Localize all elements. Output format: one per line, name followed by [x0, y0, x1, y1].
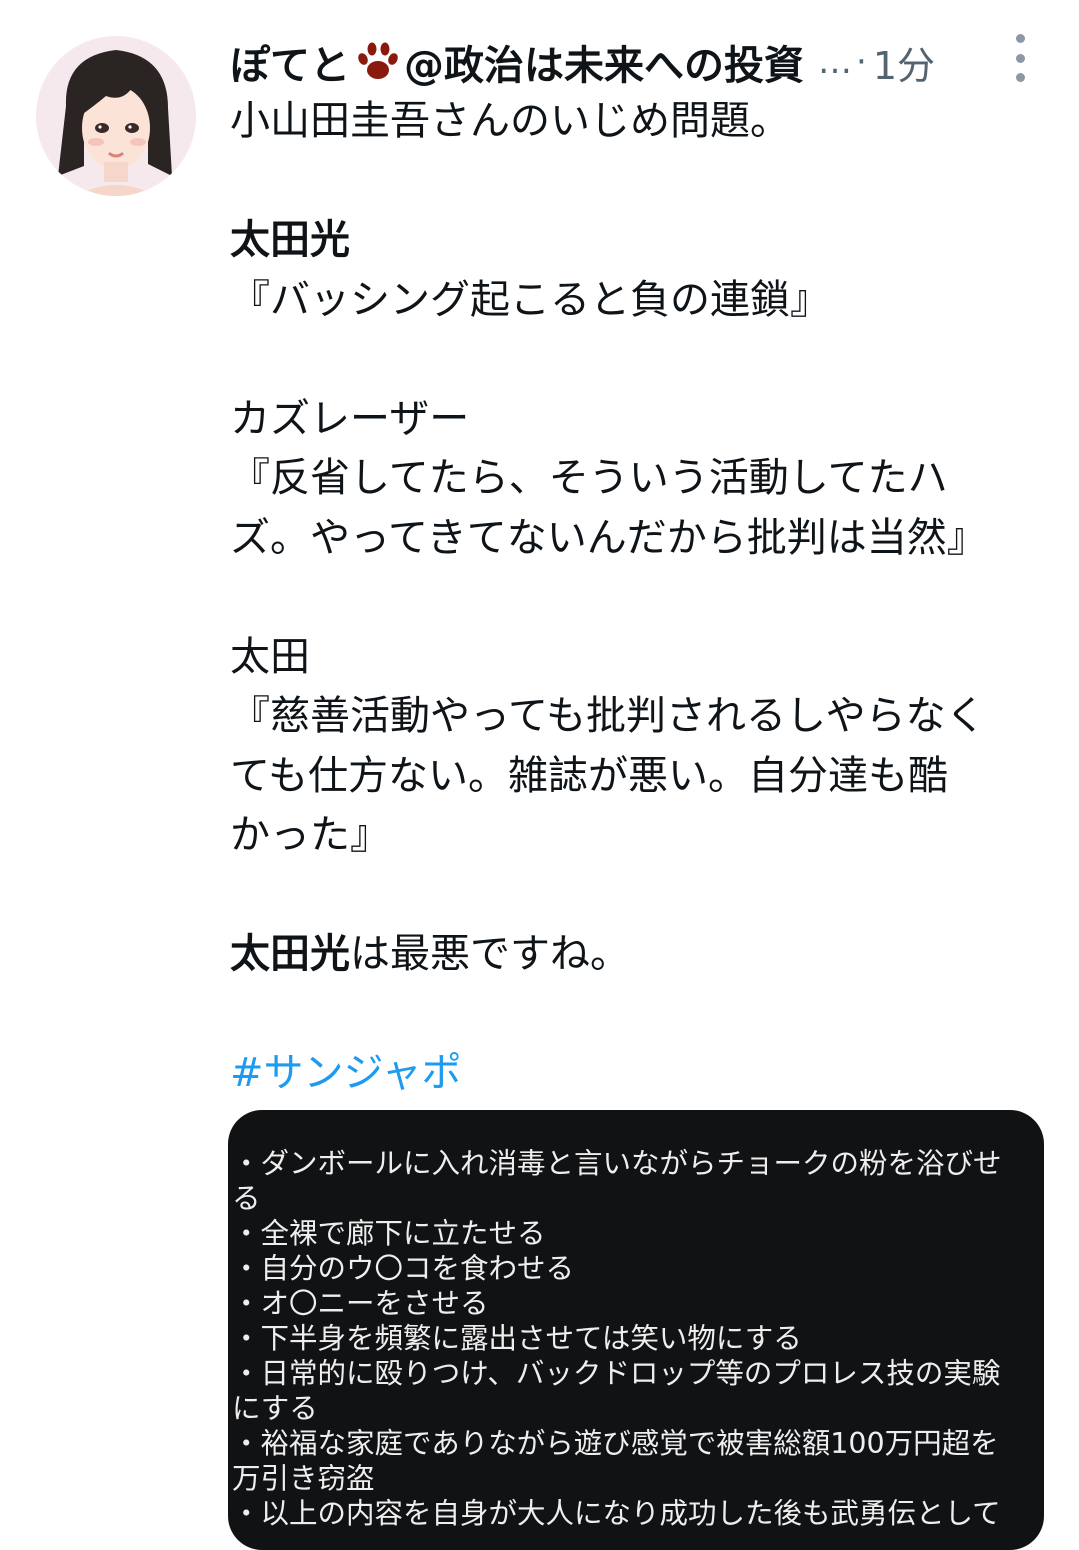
tweet-text: 小山田圭吾さんのいじめ問題。 太田光 『バッシング起こると負の連鎖』 カズレーザ… [230, 92, 1050, 1104]
avatar[interactable] [36, 36, 196, 196]
image-text-line: にする [232, 1392, 318, 1425]
closing-bold-name: 太田光 [230, 931, 350, 977]
tweet-line: 太田 [230, 633, 310, 680]
tweet-line: かった』 [230, 812, 390, 858]
display-name-part1[interactable]: ぽてと [230, 33, 350, 91]
paw-print-icon [354, 39, 400, 85]
image-text-line: ・オ〇ニーをさせる [232, 1287, 489, 1320]
more-options-button[interactable] [1002, 34, 1038, 82]
image-text-line: ・自分のウ〇コを食わせる [232, 1252, 575, 1285]
timestamp[interactable]: 1分 [873, 35, 935, 90]
avatar-illustration [36, 36, 196, 196]
tweet-line: カズレーザー [230, 395, 470, 442]
attached-image-text: ・ダンボールに入れ消毒と言いながらチョークの粉を浴びせ る ・全裸で廊下に立たせ… [232, 1146, 1038, 1531]
tweet-line: ても仕方ない。雑誌が悪い。自分達も酷 [230, 752, 948, 799]
tweet-closing-line: 太田光は最悪ですね。 [230, 925, 1050, 985]
tweet-line: 『慈善活動やっても批判されるしやらなく [230, 693, 986, 739]
image-text-line: る [232, 1182, 261, 1215]
more-icon-dot [1015, 53, 1025, 63]
hashtag-link[interactable]: #サンジャポ [230, 1050, 462, 1096]
tweet-line: 『反省してたら、そういう活動してたハ [230, 455, 948, 501]
closing-rest: は最悪ですね。 [350, 931, 630, 977]
tweet-header: ぽてと @政治は未来への投資 … · 1分 [230, 30, 990, 94]
display-name-part2[interactable]: @政治は未来への投資 [404, 33, 804, 91]
image-text-line: ・日常的に殴りつけ、バックドロップ等のプロレス技の実験 [232, 1357, 1001, 1390]
hashtag-line: #サンジャポ [230, 1044, 1050, 1104]
tweet-line: 小山田圭吾さんのいじめ問題。 [230, 98, 790, 144]
image-text-line: ・ダンボールに入れ消毒と言いながらチョークの粉を浴びせ [232, 1147, 1002, 1180]
tweet-line: ズ。やってきてないんだから批判は当然』 [230, 514, 987, 561]
separator-dot: · [856, 42, 867, 82]
more-icon-dot [1015, 34, 1025, 43]
tweet[interactable]: ぽてと @政治は未来への投資 … · 1分 小山田圭吾さんのいじめ問題。 太田光… [0, 0, 1079, 1550]
image-text-line: ・下半身を頻繁に露出させては笑い物にする [232, 1322, 802, 1355]
attached-image[interactable]: ・ダンボールに入れ消毒と言いながらチョークの粉を浴びせ る ・全裸で廊下に立たせ… [228, 1110, 1044, 1550]
more-icon-dot [1015, 73, 1025, 82]
image-text-line: ・以上の内容を自身が大人になり成功した後も武勇伝として [232, 1497, 1001, 1530]
image-text-line: ・裕福な家庭でありながら遊び感覚で被害総額100万円超を [232, 1427, 999, 1460]
name-truncation: … [818, 42, 852, 82]
image-text-line: ・全裸で廊下に立たせる [232, 1217, 546, 1250]
image-text-line: 万引き窃盗 [232, 1462, 375, 1495]
tweet-line: 太田光 [230, 217, 350, 263]
tweet-line: 『バッシング起こると負の連鎖』 [230, 276, 830, 323]
